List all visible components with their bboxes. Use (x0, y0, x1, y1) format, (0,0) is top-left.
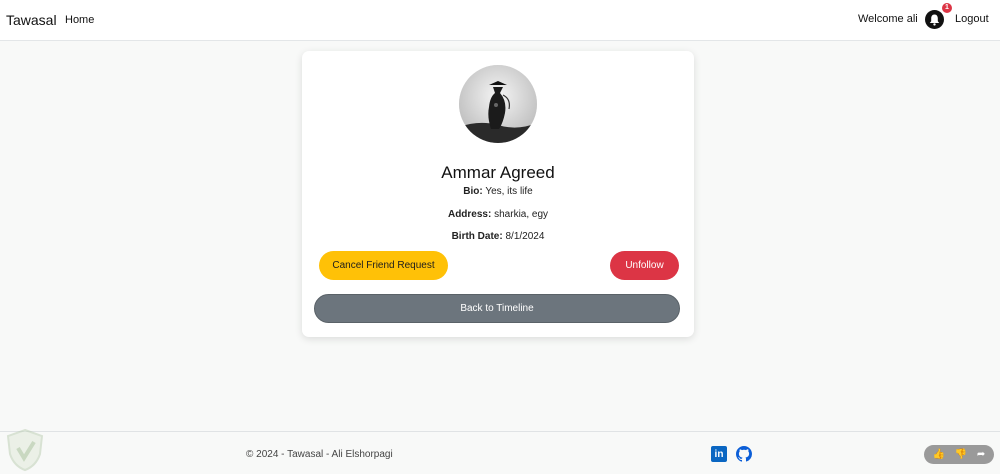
bio-label: Bio: (463, 186, 483, 197)
unfollow-button[interactable]: Unfollow (610, 251, 679, 280)
thumbs-down-icon[interactable]: 👎 (955, 449, 967, 460)
navbar: Tawasal Home Welcome ali 1 Logout (0, 0, 1000, 41)
welcome-text: Welcome ali (858, 13, 918, 25)
shield-icon (4, 428, 46, 472)
address-label: Address: (447, 209, 492, 220)
github-icon[interactable] (736, 446, 752, 462)
cancel-friend-request-button[interactable]: Cancel Friend Request (319, 251, 448, 280)
bio-value: Yes, its life (485, 186, 533, 197)
birth-date-label: Birth Date: (451, 231, 503, 242)
brand-link[interactable]: Tawasal (6, 12, 57, 28)
share-icon[interactable]: ➦ (977, 449, 985, 460)
footer (0, 431, 1000, 474)
linkedin-icon[interactable]: in (711, 446, 727, 462)
back-to-timeline-button[interactable]: Back to Timeline (314, 294, 680, 323)
nav-home-link[interactable]: Home (65, 14, 94, 26)
profile-name: Ammar Agreed (441, 163, 555, 182)
avatar (459, 65, 537, 143)
logout-link[interactable]: Logout (955, 13, 989, 25)
feedback-widget: 👍 👎 ➦ (924, 445, 994, 464)
address-row: Address: sharkia, egy (302, 209, 694, 220)
bell-icon[interactable] (925, 10, 944, 29)
copyright-text: © 2024 - Tawasal - Ali Elshorpagi (246, 449, 393, 460)
birth-date-value: 8/1/2024 (505, 231, 545, 242)
address-value: sharkia, egy (494, 209, 549, 220)
thumbs-up-icon[interactable]: 👍 (933, 449, 945, 460)
bio-row: Bio: Yes, its life (302, 186, 694, 197)
notification-badge: 1 (942, 3, 952, 13)
birth-date-row: Birth Date: 8/1/2024 (302, 231, 694, 242)
